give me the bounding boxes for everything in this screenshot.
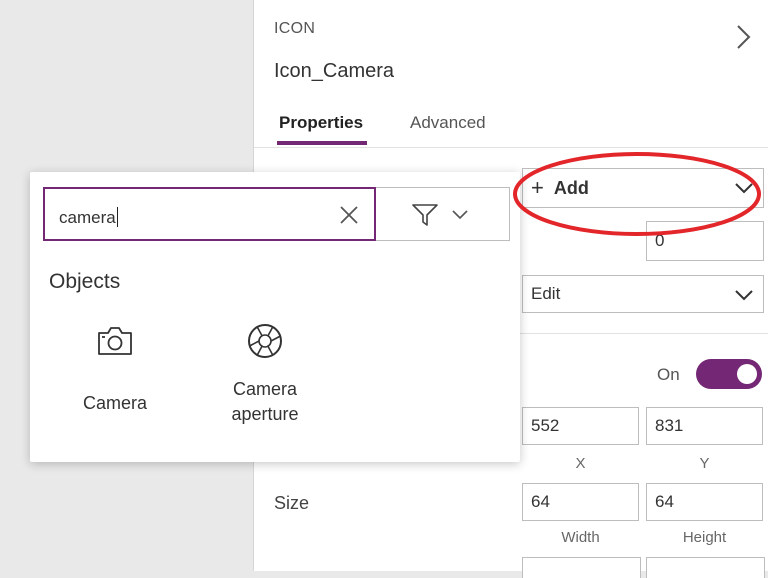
control-type-label: ICON xyxy=(274,20,316,37)
height-caption: Height xyxy=(682,529,727,546)
search-box[interactable]: camera xyxy=(43,187,376,241)
text-caret xyxy=(116,207,119,227)
toggle-knob xyxy=(737,364,757,384)
width-input[interactable]: 64 xyxy=(522,483,639,521)
y-position-input[interactable]: 831 xyxy=(646,407,763,445)
chevron-down-icon xyxy=(735,290,753,301)
y-caption: Y xyxy=(699,455,710,472)
next-input-right[interactable] xyxy=(646,557,765,578)
result-camera-aperture[interactable]: Camera aperture xyxy=(210,322,320,427)
filter-button[interactable] xyxy=(376,187,510,241)
height-input[interactable]: 64 xyxy=(646,483,763,521)
filter-icon xyxy=(412,204,438,226)
x-caption: X xyxy=(575,455,586,472)
plus-icon: + xyxy=(531,175,544,200)
close-icon[interactable] xyxy=(339,205,359,225)
result-camera[interactable]: Camera xyxy=(70,326,160,416)
active-tab-indicator xyxy=(277,141,367,145)
toggle-label: On xyxy=(657,365,680,384)
camera-icon xyxy=(98,327,132,355)
result-label-line1: Camera xyxy=(232,379,298,399)
search-input-text: camera xyxy=(59,208,116,227)
camera-aperture-icon xyxy=(248,324,282,358)
result-label-line2: aperture xyxy=(231,404,299,424)
next-input-left[interactable] xyxy=(522,557,641,578)
width-caption: Width xyxy=(561,529,600,546)
size-label: Size xyxy=(274,493,310,513)
control-name: Icon_Camera xyxy=(274,60,395,82)
chevron-down-icon xyxy=(735,183,753,194)
tab-advanced[interactable]: Advanced xyxy=(410,113,486,133)
tab-properties[interactable]: Properties xyxy=(279,113,363,133)
add-dropdown[interactable]: + Add xyxy=(522,168,764,208)
insert-icon-popup: camera Objects Camera Camera aperture xyxy=(30,172,520,462)
x-position-input[interactable]: 552 xyxy=(522,407,639,445)
result-label: Camera xyxy=(82,393,148,413)
visible-toggle[interactable] xyxy=(696,359,762,389)
result-label: Camera aperture xyxy=(210,377,320,427)
add-dropdown-label: Add xyxy=(553,177,589,198)
numeric-input[interactable]: 0 xyxy=(646,221,764,261)
tabs-divider xyxy=(254,147,768,148)
mode-dropdown-value: Edit xyxy=(531,284,561,303)
section-heading: Objects xyxy=(49,270,121,293)
chevron-right-icon[interactable] xyxy=(732,22,754,52)
chevron-down-icon xyxy=(452,210,468,220)
mode-dropdown[interactable]: Edit xyxy=(522,275,764,313)
search-input[interactable]: camera xyxy=(59,207,119,228)
